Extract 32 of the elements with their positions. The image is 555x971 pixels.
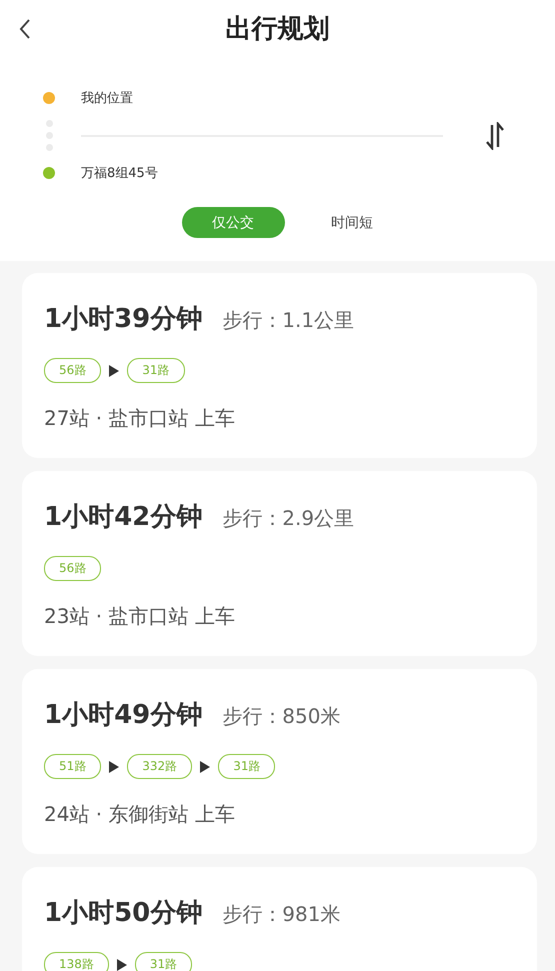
stops-info: 23站 · 盐市口站 上车: [44, 603, 236, 630]
route-card[interactable]: 1小时42分钟 步行：2.9公里 56路 23站 · 盐市口站 上车: [22, 471, 537, 656]
route-card[interactable]: 1小时39分钟 步行：1.1公里 56路 31路 27站 · 盐市口站 上车: [22, 273, 537, 458]
bus-line-tag: 31路: [134, 952, 192, 971]
route-card[interactable]: 1小时49分钟 步行：850米 51路 332路 31路 24站 · 东御街站 上车: [22, 669, 537, 854]
triangle-arrow-icon: [109, 364, 120, 376]
walk-distance: 步行：850米: [222, 703, 340, 730]
walk-distance: 步行：2.9公里: [222, 505, 354, 532]
triangle-arrow-icon: [200, 760, 210, 772]
duration-text: 1小时49分钟: [44, 699, 202, 732]
route-card[interactable]: 1小时50分钟 步行：981米 138路 31路: [22, 867, 537, 971]
duration-text: 1小时39分钟: [44, 303, 202, 336]
stops-info: 24站 · 东御街站 上车: [44, 801, 236, 828]
walk-distance: 步行：1.1公里: [222, 307, 354, 334]
location-field[interactable]: 我的位置: [81, 89, 133, 107]
duration-text: 1小时50分钟: [44, 897, 202, 930]
triangle-arrow-icon: [109, 760, 120, 772]
filter-tab[interactable]: 时间短: [300, 207, 404, 238]
swap-icon[interactable]: [485, 122, 505, 150]
location-field[interactable]: 万福8组45号: [81, 164, 158, 182]
bus-line-tag: 56路: [44, 358, 102, 383]
bus-line-tag: 51路: [44, 754, 102, 779]
bus-line-tag: 138路: [44, 952, 109, 971]
duration-text: 1小时42分钟: [44, 501, 202, 534]
bus-line-tag: 31路: [218, 754, 276, 779]
bus-line-tag: 56路: [44, 556, 102, 581]
bus-line-tag: 332路: [127, 754, 192, 779]
bus-line-tag: 31路: [127, 358, 185, 383]
stops-info: 27站 · 盐市口站 上车: [44, 405, 236, 432]
triangle-arrow-icon: [116, 958, 127, 970]
page-title: 出行规划: [226, 12, 330, 46]
walk-distance: 步行：981米: [222, 901, 340, 928]
